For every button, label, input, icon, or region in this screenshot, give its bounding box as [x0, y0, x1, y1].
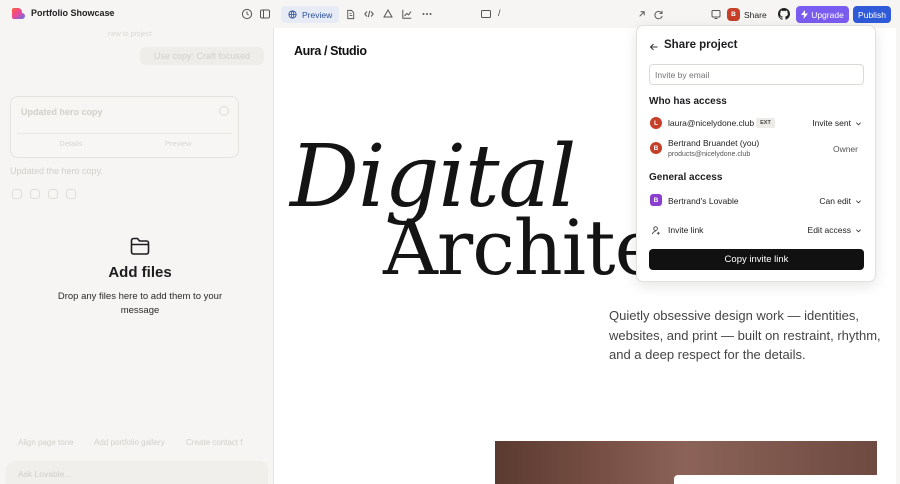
invite-link-access-value: Edit access — [807, 225, 851, 235]
workspace-access-value: Can edit — [819, 196, 851, 206]
monitor-icon[interactable] — [479, 7, 493, 21]
chat-panel: new to project Use copy: Craft focused U… — [0, 28, 273, 484]
share-label: Share — [744, 9, 767, 20]
hero-image-card — [674, 475, 886, 484]
message-actions — [12, 189, 76, 199]
history-icon[interactable] — [240, 7, 254, 21]
file-icon[interactable] — [343, 7, 357, 21]
site-logo[interactable]: Aura / Studio — [294, 44, 367, 58]
edit-card-title: Updated hero copy — [21, 107, 103, 117]
close-icon[interactable] — [219, 106, 229, 116]
invite-link-access-dropdown[interactable]: Edit access — [808, 225, 862, 235]
avatar: L — [650, 117, 662, 129]
external-badge: EXT — [756, 118, 775, 128]
chat-user-bubble: Use copy: Craft focused — [140, 47, 264, 65]
member-email: laura@nicelydone.club — [668, 118, 755, 128]
share-modal: Share project Who has access L laura@nic… — [636, 25, 876, 282]
thumbs-down-icon[interactable] — [48, 189, 58, 199]
bolt-icon — [801, 10, 809, 19]
general-access-heading: General access — [649, 172, 723, 183]
cloud-icon[interactable] — [381, 7, 395, 21]
chat-assistant-note: Updated the hero copy. — [10, 166, 103, 176]
undo-icon[interactable] — [12, 189, 22, 199]
workspace-name: Bertrand's Lovable — [668, 196, 739, 206]
github-icon[interactable] — [777, 7, 791, 21]
suggestion-chip[interactable]: Align page tone — [18, 438, 74, 447]
chat-composer[interactable]: Ask Lovable... — [6, 461, 268, 484]
back-arrow-icon[interactable] — [649, 42, 659, 52]
upgrade-label: Upgrade — [811, 9, 844, 20]
url-path[interactable]: / — [498, 8, 501, 18]
chevron-down-icon — [855, 227, 862, 234]
chevron-down-icon[interactable] — [107, 9, 115, 17]
thumbs-up-icon[interactable] — [30, 189, 40, 199]
publish-button[interactable]: Publish — [853, 6, 891, 23]
tab-preview[interactable]: Preview — [125, 134, 233, 152]
sidebar-toggle-icon[interactable] — [258, 7, 272, 21]
folder-icon — [129, 236, 151, 256]
drop-title: Add files — [108, 264, 172, 281]
more-icon[interactable] — [420, 7, 434, 21]
brand-logo-icon[interactable] — [11, 7, 25, 21]
invite-link-label: Invite link — [668, 225, 704, 235]
share-avatar: B — [727, 8, 740, 21]
member-email: products@nicelydone.club — [668, 151, 751, 158]
member-role-dropdown[interactable]: Invite sent — [812, 118, 862, 128]
share-button[interactable]: B Share — [727, 6, 767, 23]
link-person-icon — [651, 225, 662, 236]
top-bar: Portfolio Showcase Preview / B Share Upg… — [0, 0, 900, 28]
workspace-access-dropdown[interactable]: Can edit — [819, 196, 862, 206]
chat-meta: new to project — [108, 31, 152, 38]
refresh-icon[interactable] — [651, 7, 665, 21]
member-name: Bertrand Bruandet (you) — [668, 138, 760, 148]
hero-description: Quietly obsessive design work — identiti… — [609, 308, 881, 362]
share-modal-title: Share project — [664, 39, 738, 51]
who-has-access-heading: Who has access — [649, 96, 727, 107]
workspace-avatar: B — [650, 194, 662, 206]
device-icon[interactable] — [709, 7, 723, 21]
edit-card[interactable]: Updated hero copy Details Preview — [10, 96, 239, 158]
copy-icon[interactable] — [66, 189, 76, 199]
code-icon[interactable] — [362, 7, 376, 21]
tab-details[interactable]: Details — [17, 134, 125, 152]
project-title[interactable]: Portfolio Showcase — [31, 8, 115, 18]
external-link-icon[interactable] — [634, 7, 648, 21]
chart-icon[interactable] — [400, 7, 414, 21]
chevron-down-icon — [855, 120, 862, 127]
chevron-down-icon — [855, 198, 862, 205]
copy-invite-link-button[interactable]: Copy invite link — [649, 249, 864, 270]
upgrade-button[interactable]: Upgrade — [796, 6, 849, 23]
invite-email-input[interactable] — [649, 64, 864, 85]
preview-label: Preview — [302, 9, 333, 20]
member-role-owner: Owner — [832, 144, 858, 154]
avatar: B — [650, 142, 662, 154]
preview-button[interactable]: Preview — [281, 6, 339, 23]
edit-card-tabs: Details Preview — [17, 133, 232, 152]
globe-icon — [288, 10, 297, 19]
member-role-value: Invite sent — [812, 118, 851, 128]
suggestion-chip[interactable]: Add portfolio gallery — [94, 438, 165, 447]
suggestion-chip[interactable]: Create contact f — [186, 438, 242, 447]
drop-subtitle: Drop any files here to add them to your … — [57, 291, 223, 316]
composer-placeholder: Ask Lovable... — [18, 469, 72, 479]
